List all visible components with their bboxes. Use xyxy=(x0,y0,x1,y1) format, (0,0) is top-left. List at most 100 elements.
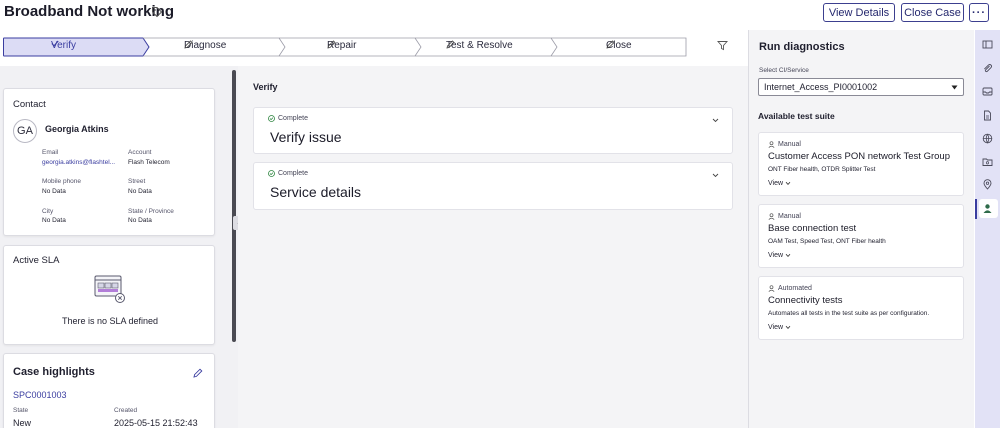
verify-issue-section[interactable]: Complete Verify issue xyxy=(253,107,733,154)
suite-view-toggle[interactable]: View xyxy=(768,252,791,259)
case-created-label: Created xyxy=(114,407,138,414)
location-pin-icon[interactable] xyxy=(982,179,993,190)
sla-card: Active SLA There is no SLA defined xyxy=(3,245,215,345)
status-text: Complete xyxy=(278,115,308,122)
city-label: City xyxy=(42,208,54,215)
suite-view-toggle[interactable]: View xyxy=(768,180,791,187)
suite-type: Automated xyxy=(768,285,812,292)
mobile-label: Mobile phone xyxy=(42,178,82,185)
caret-down-icon xyxy=(951,85,958,90)
suite-name: Base connection test xyxy=(768,223,857,234)
suite-type-label: Manual xyxy=(778,213,801,220)
test-suite-heading: Available test suite xyxy=(758,111,835,121)
complete-check-icon xyxy=(268,170,275,177)
contact-card-title: Contact xyxy=(13,99,46,110)
folder-icon[interactable] xyxy=(982,156,993,167)
view-label: View xyxy=(768,324,784,331)
city-value: No Data xyxy=(42,217,66,224)
check-icon xyxy=(51,40,59,47)
chevron-down-icon xyxy=(785,325,791,329)
no-sla-message: There is no SLA defined xyxy=(61,316,159,326)
section-status: Complete xyxy=(268,115,308,122)
chevron-down-icon xyxy=(785,181,791,185)
street-label: Street xyxy=(128,178,146,185)
suite-type-label: Manual xyxy=(778,141,801,148)
email-label: Email xyxy=(42,149,59,156)
step-close[interactable]: Close xyxy=(606,40,632,51)
suite-type: Manual xyxy=(768,213,801,220)
complete-check-icon xyxy=(268,115,275,122)
details-icon[interactable] xyxy=(982,39,993,50)
view-label: View xyxy=(768,180,784,187)
step-verify[interactable]: Verify xyxy=(51,40,76,51)
suite-name: Connectivity tests xyxy=(768,295,843,306)
attachment-icon[interactable] xyxy=(982,63,993,74)
ci-service-label: Select CI/Service xyxy=(759,67,809,74)
suite-view-toggle[interactable]: View xyxy=(768,324,791,331)
no-sla-illustration xyxy=(94,275,125,303)
sla-card-title: Active SLA xyxy=(13,255,60,266)
state-label: State / Province xyxy=(128,208,174,215)
account-value: Flash Telecom xyxy=(128,159,170,166)
close-case-button[interactable]: Close Case xyxy=(901,3,964,22)
suite-description: ONT Fiber health, OTDR Splitter Test xyxy=(768,166,876,173)
case-highlights-card: Case highlights SPC0001003 State New Cre… xyxy=(3,353,215,428)
step-diagnose[interactable]: Diagnose xyxy=(184,40,226,51)
case-state-value: New xyxy=(13,418,32,428)
status-text: Complete xyxy=(278,170,308,177)
person-icon xyxy=(768,213,775,220)
suite-type-label: Automated xyxy=(778,285,812,292)
case-number-link[interactable]: SPC0001003 xyxy=(13,390,67,400)
diagnostics-user-icon[interactable] xyxy=(982,203,993,214)
chevron-down-icon[interactable] xyxy=(711,171,720,180)
test-suite-card: Manual Customer Access PON network Test … xyxy=(758,132,964,196)
test-suite-card: Manual Base connection test OAM Test, Sp… xyxy=(758,204,964,268)
chevron-down-icon xyxy=(785,253,791,257)
section-title: Service details xyxy=(270,184,362,200)
suite-description: OAM Test, Speed Test, ONT Fiber health xyxy=(768,238,886,245)
test-suite-card: Automated Connectivity tests Automates a… xyxy=(758,276,964,340)
suite-description: Automates all tests in the test suite as… xyxy=(768,310,930,317)
service-details-section[interactable]: Complete Service details xyxy=(253,162,733,210)
view-details-button[interactable]: View Details xyxy=(823,3,895,22)
pencil-icon xyxy=(606,40,615,49)
tag-icon[interactable] xyxy=(151,6,163,18)
street-value: No Data xyxy=(128,188,152,195)
page-header: Broadband Not working View Details Close… xyxy=(0,0,1000,34)
left-scrollbar[interactable] xyxy=(232,70,236,342)
mobile-value: No Data xyxy=(42,188,66,195)
view-label: View xyxy=(768,252,784,259)
more-actions-button[interactable]: ··· xyxy=(969,3,989,22)
person-icon xyxy=(768,285,775,292)
pencil-icon xyxy=(184,40,193,49)
workspace-heading: Verify xyxy=(253,82,278,92)
filter-icon[interactable] xyxy=(717,40,728,51)
suite-type: Manual xyxy=(768,141,801,148)
document-icon[interactable] xyxy=(982,110,993,121)
rail-active-indicator xyxy=(975,199,977,219)
state-value: No Data xyxy=(128,217,152,224)
ci-service-value: Internet_Access_PI0001002 xyxy=(764,82,878,92)
page-title: Broadband Not working xyxy=(4,3,174,20)
step-label: Test & Resolve xyxy=(446,40,513,51)
suite-name: Customer Access PON network Test Group xyxy=(768,151,950,162)
pencil-icon xyxy=(446,40,455,49)
section-status: Complete xyxy=(268,170,308,177)
contact-card: Contact GA Georgia Atkins Email georgia.… xyxy=(3,88,215,236)
email-link[interactable]: georgia.atkins@flashtel... xyxy=(42,159,115,166)
inbox-icon[interactable] xyxy=(982,86,993,97)
section-title: Verify issue xyxy=(270,129,342,145)
step-test-resolve[interactable]: Test & Resolve xyxy=(446,40,513,51)
ci-service-select[interactable]: Internet_Access_PI0001002 xyxy=(758,78,964,96)
chevron-down-icon[interactable] xyxy=(711,116,720,125)
account-label: Account xyxy=(128,149,152,156)
contact-name[interactable]: Georgia Atkins xyxy=(45,124,109,134)
diagnostics-title: Run diagnostics xyxy=(759,41,845,53)
case-created-value: 2025-05-15 21:52:43 xyxy=(114,418,198,428)
pencil-icon xyxy=(327,40,336,49)
person-icon xyxy=(768,141,775,148)
globe-icon[interactable] xyxy=(982,133,993,144)
edit-pencil-icon[interactable] xyxy=(193,368,203,378)
case-highlights-title: Case highlights xyxy=(13,366,95,378)
step-repair[interactable]: Repair xyxy=(327,40,356,51)
